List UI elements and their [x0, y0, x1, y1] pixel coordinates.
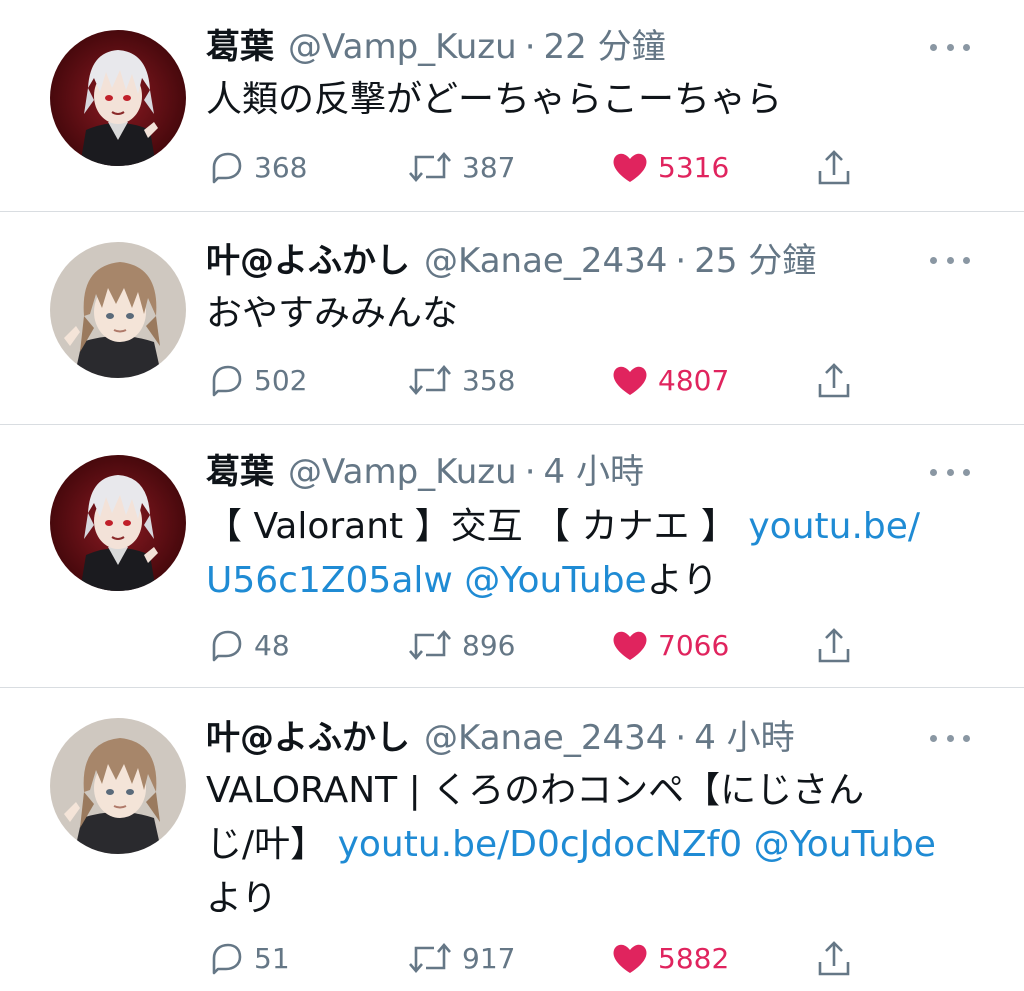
avatar[interactable]	[50, 455, 186, 591]
tweet[interactable]: 叶@よふかし @Kanae_2434 · 4 小時 VALORANT | くろの…	[0, 688, 1024, 991]
retweet-count: 358	[462, 363, 516, 397]
tweet[interactable]: 葛葉 @Vamp_Kuzu · 22 分鐘 人類の反撃がどーちゃらこーちゃら 3…	[0, 0, 1024, 212]
more-icon[interactable]	[930, 37, 970, 57]
tweet-text-content: VALORANT | くろのわコンペ【にじさん	[206, 770, 865, 811]
tweet-text: 人類の反撃がどーちゃらこーちゃら	[206, 73, 974, 127]
share-button[interactable]	[814, 358, 854, 402]
share-button[interactable]	[814, 623, 854, 667]
reply-count: 368	[254, 150, 308, 184]
separator-dot: ·	[675, 718, 687, 758]
heart-icon	[613, 366, 647, 395]
link-part[interactable]: U56c1Z05alw	[206, 560, 453, 601]
mention-link[interactable]: @YouTube	[464, 560, 646, 601]
retweet-count: 896	[462, 628, 516, 662]
heart-icon	[613, 944, 647, 973]
user-handle[interactable]: @Kanae_2434	[424, 715, 667, 761]
retweet-icon	[409, 943, 451, 973]
user-handle[interactable]: @Vamp_Kuzu	[288, 449, 517, 495]
separator-dot: ·	[675, 241, 687, 281]
reply-button[interactable]: 502	[206, 358, 307, 402]
like-button[interactable]: 5316	[610, 145, 729, 189]
retweet-icon	[409, 365, 451, 395]
timestamp[interactable]: 25 分鐘	[694, 238, 816, 284]
timeline-feed: 葛葉 @Vamp_Kuzu · 22 分鐘 人類の反撃がどーちゃらこーちゃら 3…	[0, 0, 1024, 991]
reply-count: 502	[254, 363, 308, 397]
user-handle[interactable]: @Kanae_2434	[424, 238, 667, 284]
reply-count: 51	[254, 941, 290, 975]
reply-button[interactable]: 48	[206, 623, 290, 667]
reply-icon	[212, 365, 242, 397]
like-button[interactable]: 7066	[610, 623, 729, 667]
like-count: 5882	[658, 941, 730, 975]
heart-icon	[613, 153, 647, 182]
tweet-actions: 502 358 4807	[206, 358, 866, 402]
reply-button[interactable]: 51	[206, 936, 290, 980]
retweet-button[interactable]: 358	[406, 358, 515, 402]
tweet-text-content: 【 Valorant 】交互 【 カナエ 】	[206, 506, 749, 547]
timestamp[interactable]: 22 分鐘	[544, 24, 666, 70]
tweet-text-content-cont: じ/叶】	[206, 824, 338, 865]
display-name[interactable]: 葛葉	[206, 24, 274, 70]
tweet-actions: 368 387 5316	[206, 145, 866, 189]
tweet-header: 叶@よふかし @Kanae_2434 · 25 分鐘	[206, 238, 934, 284]
tweet-text-content: 人類の反撃がどーちゃらこーちゃら	[206, 79, 783, 120]
tweet-text: VALORANT | くろのわコンペ【にじさん じ/叶】 youtu.be/D0c…	[206, 764, 974, 926]
tweet[interactable]: 葛葉 @Vamp_Kuzu · 4 小時 【 Valorant 】交互 【 カナ…	[0, 425, 1024, 688]
avatar[interactable]	[50, 30, 186, 166]
tweet-header: 葛葉 @Vamp_Kuzu · 22 分鐘	[206, 24, 934, 70]
share-icon	[818, 363, 850, 398]
heart-icon	[613, 631, 647, 660]
retweet-icon	[409, 630, 451, 660]
youtube-link[interactable]: youtu.be/D0cJdocNZf0	[338, 824, 743, 865]
spacer-text	[742, 824, 753, 865]
tweet-text: おやすみみんな	[206, 287, 974, 341]
timestamp[interactable]: 4 小時	[694, 715, 794, 761]
share-icon	[818, 150, 850, 185]
tweet-text: 【 Valorant 】交互 【 カナエ 】 youtu.be/U56c1Z05…	[206, 500, 974, 608]
reply-count: 48	[254, 628, 290, 662]
more-icon[interactable]	[930, 728, 970, 748]
retweet-count: 387	[462, 150, 516, 184]
like-count: 4807	[658, 363, 730, 397]
like-button[interactable]: 4807	[610, 358, 729, 402]
retweet-button[interactable]: 387	[406, 145, 515, 189]
avatar[interactable]	[50, 718, 186, 854]
tweet-text-content: おやすみみんな	[206, 293, 459, 334]
display-name[interactable]: 叶@よふかし	[206, 715, 410, 761]
tweet-text-suffix: より	[646, 560, 718, 601]
like-button[interactable]: 5882	[610, 936, 729, 980]
display-name[interactable]: 叶@よふかし	[206, 238, 410, 284]
share-icon	[818, 941, 850, 976]
share-button[interactable]	[814, 145, 854, 189]
tweet-header: 葛葉 @Vamp_Kuzu · 4 小時	[206, 449, 934, 495]
reply-icon	[212, 152, 242, 184]
more-icon[interactable]	[930, 462, 970, 482]
reply-icon	[212, 943, 242, 975]
share-button[interactable]	[814, 936, 854, 980]
retweet-icon	[409, 152, 451, 182]
reply-button[interactable]: 368	[206, 145, 307, 189]
avatar[interactable]	[50, 242, 186, 378]
spacer-text	[453, 560, 464, 601]
mention-link[interactable]: @YouTube	[754, 824, 936, 865]
tweet-text-suffix: より	[206, 878, 278, 919]
reply-icon	[212, 630, 242, 662]
tweet-header: 叶@よふかし @Kanae_2434 · 4 小時	[206, 715, 934, 761]
display-name[interactable]: 葛葉	[206, 449, 274, 495]
link-part[interactable]: youtu.be/	[748, 506, 920, 547]
more-icon[interactable]	[930, 250, 970, 270]
retweet-button[interactable]: 896	[406, 623, 515, 667]
retweet-button[interactable]: 917	[406, 936, 515, 980]
tweet-actions: 51 917 5882	[206, 936, 866, 980]
separator-dot: ·	[524, 27, 536, 67]
share-icon	[818, 628, 850, 663]
like-count: 5316	[658, 150, 730, 184]
timestamp[interactable]: 4 小時	[544, 449, 644, 495]
user-handle[interactable]: @Vamp_Kuzu	[288, 24, 517, 70]
separator-dot: ·	[524, 452, 536, 492]
retweet-count: 917	[462, 941, 516, 975]
tweet-actions: 48 896 7066	[206, 623, 866, 667]
like-count: 7066	[658, 628, 730, 662]
tweet[interactable]: 叶@よふかし @Kanae_2434 · 25 分鐘 おやすみみんな 502 3…	[0, 212, 1024, 425]
